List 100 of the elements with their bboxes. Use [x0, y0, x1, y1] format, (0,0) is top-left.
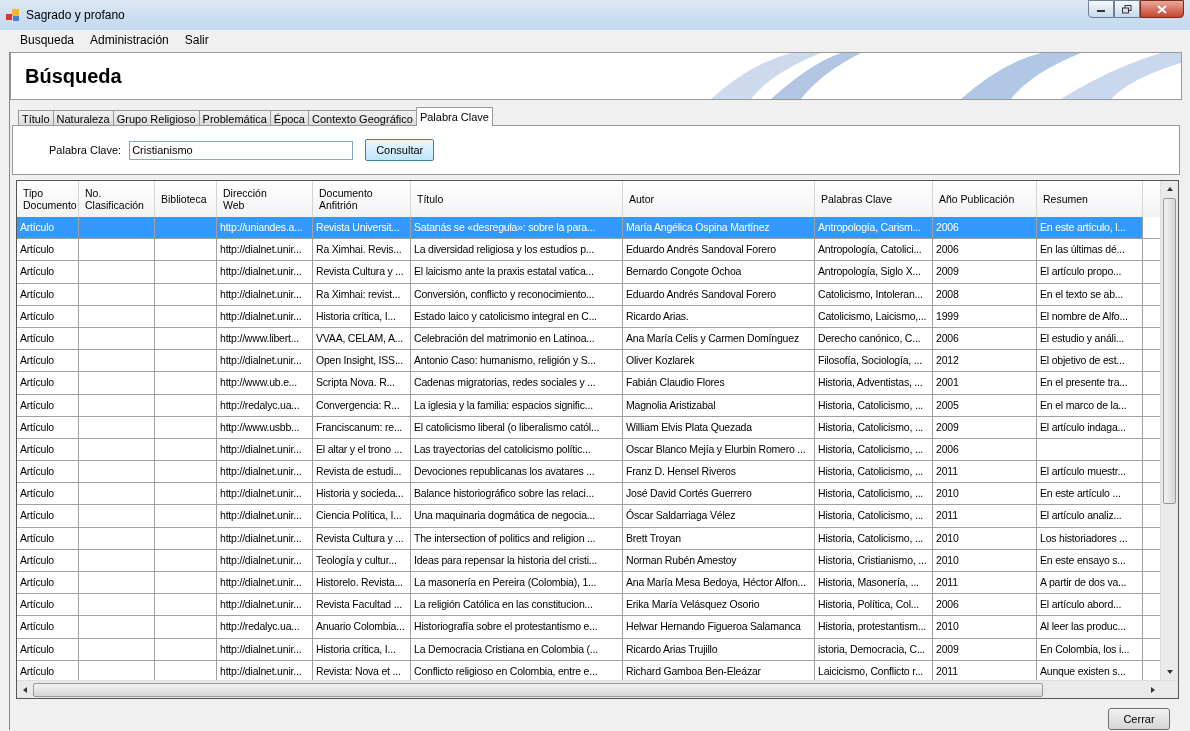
search-button[interactable]: Consultar [365, 139, 435, 161]
table-cell: Satanás se «desregula»: sobre la para... [411, 217, 623, 240]
table-row[interactable]: Artículo http://redalyc.ua... Anuario Colombia... Historiografía sobre el protestantismo e... Helwar Hernando Figueroa Salamanca Historia, protestantism... 2010 Al leer las produc... [17, 616, 1160, 639]
table-cell: Artículo [17, 638, 79, 661]
table-row[interactable]: Artículo http://dialnet.unir... Historia y socieda... Balance historiográfico sobre las relaci... José David Cortés Guerrero Historia, Catolicismo, ... 2010 En este artículo ... [17, 483, 1160, 506]
table-cell: María Angélica Ospina Martínez [623, 217, 815, 240]
table-row[interactable]: Artículo http://www.ub.e... Scripta Nova. R... Cadenas migratorias, redes sociales y ... Fabián Claudio Flores Historia, Adventistas, ... 2001 En el presente tra... [17, 372, 1160, 395]
table-cell: Los historiadores ... [1037, 527, 1143, 550]
horizontal-scrollbar[interactable] [17, 680, 1178, 698]
menu-item[interactable]: Salir [176, 33, 217, 47]
table-cell: 2010 [933, 616, 1037, 639]
table-cell: Eduardo Andrés Sandoval Forero [623, 283, 815, 306]
table-cell: 2009 [933, 261, 1037, 284]
keyword-input-field[interactable]: Cristianismo [129, 140, 354, 160]
menu-item[interactable]: Administración [82, 33, 177, 47]
tab[interactable]: Problemática [198, 110, 271, 125]
table-row[interactable]: Artículo http://dialnet.unir... Ciencia Política, I... Una maquinaria dogmática de negocia... Óscar Saldarriaga Vélez Historia, Catolicismo, ... 2011 El artículo analiz... [17, 505, 1160, 528]
vertical-scrollbar[interactable] [1160, 181, 1178, 680]
table-cell: Historia, Catolicismo, ... [815, 438, 933, 462]
table-cell: Ana María Celis y Carmen Domínguez [623, 327, 815, 351]
table-cell: VVAA, CELAM, A... [313, 327, 411, 351]
tab[interactable]: Palabra Clave [415, 107, 493, 126]
tab[interactable]: Naturaleza [52, 110, 114, 125]
table-cell: Historia, protestantism... [815, 616, 933, 639]
table-row[interactable]: Artículo http://dialnet.unir... Teología y cultur... Ideas para repensar la historia del cristi... Norman Rubén Amestoy Historia, Cristianismo, ... 2010 En este ensayo s... [17, 549, 1160, 572]
table-cell: Óscar Saldarriaga Vélez [623, 505, 815, 528]
close-dialog-button[interactable]: Cerrar [1108, 708, 1170, 730]
table-cell: 2011 [933, 461, 1037, 484]
table-row[interactable]: Artículo http://dialnet.unir... Revista Cultura y ... The intersection of politics and religion ... Brett Troyan Historia, Catolicismo, ... 2010 Los historiadores ... [17, 527, 1160, 550]
table-cell: Celebración del matrimonio en Latinoa... [411, 327, 623, 351]
table-cell: Historia, Catolicismo, ... [815, 416, 933, 439]
table-cell: Revista Cultura y ... [313, 261, 411, 284]
tab[interactable]: Contexto Geográfico [308, 110, 417, 125]
minimize-button[interactable] [1088, 0, 1114, 18]
table-cell: http://redalyc.ua... [217, 616, 313, 639]
table-cell: Devociones republicanas los avatares ... [411, 461, 623, 484]
table-cell: En este ensayo s... [1037, 549, 1143, 572]
table-cell: 2009 [933, 638, 1037, 661]
table-cell: Revista Universit... [313, 217, 411, 240]
table-cell: Historia crítica, I... [313, 305, 411, 328]
table-row[interactable]: Artículo http://dialnet.unir... El altar y el trono ... Las trayectorias del catolicismo polític... Oscar Blanco Mejía y Elurbin Romero ... Historia, Catolicismo, ... 2006 [17, 438, 1160, 462]
table-cell: Una maquinaria dogmática de negocia... [411, 505, 623, 528]
table-cell: Magnolia Aristizabal [623, 394, 815, 417]
table-row[interactable]: Artículo http://dialnet.unir... Ra Ximhai: revist... Conversión, conflicto y reconocimiento... Eduardo Andrés Sandoval Forero Catolicismo, Intoleran... 2008 En el texto se ab... [17, 283, 1160, 306]
table-cell: La religión Católica en las constitucion... [411, 594, 623, 617]
field-label: Palabra Clave: [49, 144, 122, 156]
table-cell: Historia, Política, Col... [815, 594, 933, 617]
table-cell: Helwar Hernando Figueroa Salamanca [623, 616, 815, 639]
table-cell: Oscar Blanco Mejía y Elurbin Romero ... [623, 438, 815, 462]
table-row[interactable]: Artículo http://dialnet.unir... Revista Cultura y ... El laicismo ante la praxis estatal vatica... Bernardo Congote Ochoa Antropología, Siglo X... 2009 El artículo propo... [17, 261, 1160, 284]
tab[interactable]: Título [18, 110, 54, 125]
table-cell: Artículo [17, 305, 79, 328]
table-row[interactable]: Artículo http://dialnet.unir... Historia crítica, I... Estado laico y catolicismo integral en C... Ricardo Arias. Catolicismo, Laicismo,... 1999 El nombre de Alfo... [17, 305, 1160, 328]
close-button[interactable] [1140, 0, 1184, 18]
menu-item[interactable]: Busqueda [12, 33, 83, 47]
table-cell: José David Cortés Guerrero [623, 483, 815, 506]
table-cell: http://dialnet.unir... [217, 438, 313, 462]
tab[interactable]: Grupo Religioso [112, 110, 200, 125]
table-cell: El artículo abord... [1037, 594, 1143, 617]
table-cell: Artículo [17, 483, 79, 506]
table-row[interactable]: Artículo http://dialnet.unir... Historia crítica, I... La Democracia Cristiana en Colombia (... Ricardo Arias Trujillo istoria, Democracia, C... 2009 En Colombia, los i... [17, 638, 1160, 661]
table-cell: Artículo [17, 394, 79, 417]
table-cell: Bernardo Congote Ochoa [623, 261, 815, 284]
table-row[interactable]: Artículo http://www.libert... VVAA, CELAM, A... Celebración del matrimonio en Latinoa... Ana María Celis y Carmen Domínguez Derecho canónico, C... 2006 El estudio y análi... [17, 327, 1160, 351]
table-cell: Historia crítica, I... [313, 638, 411, 661]
table-cell: Antropología, Carism... [815, 217, 933, 240]
table-cell: http://dialnet.unir... [217, 239, 313, 262]
table-cell: Artículo [17, 594, 79, 617]
table-cell: Anuario Colombia... [313, 616, 411, 639]
table-cell: Eduardo Andrés Sandoval Forero [623, 239, 815, 262]
table-row[interactable]: Artículo http://www.usbb... Franciscanum: re... El catolicismo liberal (o liberalismo catól... William Elvis Plata Quezada Historia, Catolicismo, ... 2009 El artículo indaga... [17, 416, 1160, 439]
close-icon [1157, 4, 1167, 14]
table-cell: Ideas para repensar la historia del cristi... [411, 549, 623, 572]
table-cell: Artículo [17, 327, 79, 351]
tab[interactable]: Época [269, 110, 309, 125]
table-cell: Historelo. Revista... [313, 572, 411, 595]
table-cell: Artículo [17, 549, 79, 572]
table-row[interactable]: Artículo http://dialnet.unir... Revista Facultad ... La religión Católica en las constitucion... Erika María Velásquez Osorio Historia, Política, Col... 2006 El artículo abord... [17, 594, 1160, 617]
table-cell: Artículo [17, 461, 79, 484]
table-cell: Historia, Catolicismo, ... [815, 505, 933, 528]
table-row[interactable]: Artículo http://dialnet.unir... Revista de estudi... Devociones republicanas los avatares ... Franz D. Hensel Riveros Historia, Catolicismo, ... 2011 El artículo muestr... [17, 461, 1160, 484]
scrollbar-thumb[interactable] [33, 682, 1043, 697]
scrollbar-thumb[interactable] [1163, 198, 1176, 504]
table-row[interactable]: Artículo http://dialnet.unir... Open Insight, ISS... Antonio Caso: humanismo, religión y S... Oliver Kozlarek Filosofía, Sociología, ... 2012 El objetivo de est... [17, 350, 1160, 373]
window-title: Sagrado y profano [26, 8, 126, 22]
table-row[interactable]: Artículo http://dialnet.unir... Ra Ximhai. Revis... La diversidad religiosa y los estudios p... Eduardo Andrés Sandoval Forero Antropología, Catolici... 2006 En las últimas dé... [17, 239, 1160, 262]
table-cell: 2010 [933, 527, 1037, 550]
table-cell: Erika María Velásquez Osorio [623, 594, 815, 617]
table-row[interactable]: Artículo http://dialnet.unir... Historelo. Revista... La masonería en Pereira (Colombia), 1... Ana María Mesa Bedoya, Héctor Alfon... Historia, Masonería, ... 2011 A partir de dos va... [17, 572, 1160, 595]
table-row[interactable]: Artículo http://redalyc.ua... Convergencia: R... La iglesia y la familia: espacios signific... Magnolia Aristizabal Historia, Catolicismo, ... 2005 En el marco de la... [17, 394, 1160, 417]
table-cell: Historia, Cristianismo, ... [815, 549, 933, 572]
table-cell: Al leer las produc... [1037, 616, 1143, 639]
table-cell: Derecho canónico, C... [815, 327, 933, 351]
table-cell: http://dialnet.unir... [217, 594, 313, 617]
table-cell: En el texto se ab... [1037, 283, 1143, 306]
table-cell: Teología y cultur... [313, 549, 411, 572]
table-cell: Historia, Catolicismo, ... [815, 394, 933, 417]
table-cell: En el presente tra... [1037, 372, 1143, 395]
table-cell: 1999 [933, 305, 1037, 328]
maximize-button[interactable] [1114, 0, 1140, 18]
